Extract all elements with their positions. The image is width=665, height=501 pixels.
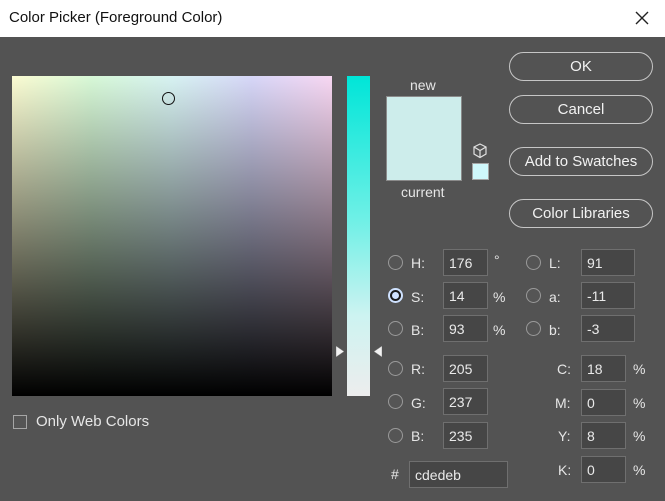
m-field[interactable]: 0 [581,389,626,416]
lab-b-label: b: [549,322,561,338]
cancel-button[interactable]: Cancel [509,95,653,124]
hue-slider-left-arrow[interactable] [336,346,345,357]
r-field[interactable]: 205 [443,355,488,382]
color-field-cursor[interactable] [162,92,175,105]
c-label: C: [557,361,571,377]
color-libraries-button[interactable]: Color Libraries [509,199,653,228]
add-to-swatches-button[interactable]: Add to Swatches [509,147,653,176]
m-label: M: [555,395,571,411]
cube-icon[interactable] [472,143,488,159]
c-field[interactable]: 18 [581,355,626,382]
new-color-swatch [386,96,462,181]
k-unit: % [633,462,646,478]
blue-field[interactable]: 235 [443,422,488,449]
color-field[interactable] [12,76,332,396]
only-web-colors-label: Only Web Colors [36,413,150,430]
g-radio[interactable] [388,394,403,409]
k-field[interactable]: 0 [581,456,626,483]
y-unit: % [633,428,646,444]
close-icon[interactable] [631,7,653,29]
h-unit: ° [494,252,500,268]
lab-b-radio[interactable] [526,321,541,336]
s-radio[interactable] [388,288,403,303]
lab-b-field[interactable]: -3 [581,315,635,342]
y-field[interactable]: 8 [581,422,626,449]
h-radio[interactable] [388,255,403,270]
b-unit: % [493,322,506,338]
title-bar: Color Picker (Foreground Color) [0,0,665,37]
h-label: H: [411,255,425,271]
s-field[interactable]: 14 [443,282,488,309]
b-field[interactable]: 93 [443,315,488,342]
s-label: S: [411,289,425,305]
blue-radio[interactable] [388,428,403,443]
web-safe-swatch[interactable] [472,163,489,180]
only-web-colors-checkbox[interactable] [13,415,27,429]
r-label: R: [411,361,425,377]
window-title: Color Picker (Foreground Color) [9,9,223,26]
r-radio[interactable] [388,361,403,376]
b-radio[interactable] [388,321,403,336]
c-unit: % [633,361,646,377]
ok-button[interactable]: OK [509,52,653,81]
hue-slider-right-arrow[interactable] [373,346,382,357]
k-label: K: [558,462,572,478]
hex-field[interactable]: cdedeb [409,461,508,488]
a-label: a: [549,289,561,305]
hex-label: # [391,466,399,482]
hue-slider[interactable] [347,76,370,396]
blue-label: B: [411,428,425,444]
l-radio[interactable] [526,255,541,270]
g-field[interactable]: 237 [443,388,488,415]
m-unit: % [633,395,646,411]
g-label: G: [411,395,426,411]
new-label: new [410,77,436,93]
b-label: B: [411,322,425,338]
l-label: L: [549,255,561,271]
a-field[interactable]: -11 [581,282,635,309]
h-field[interactable]: 176 [443,249,488,276]
y-label: Y: [558,428,571,444]
s-unit: % [493,289,506,305]
current-label: current [401,184,445,200]
l-field[interactable]: 91 [581,249,635,276]
a-radio[interactable] [526,288,541,303]
